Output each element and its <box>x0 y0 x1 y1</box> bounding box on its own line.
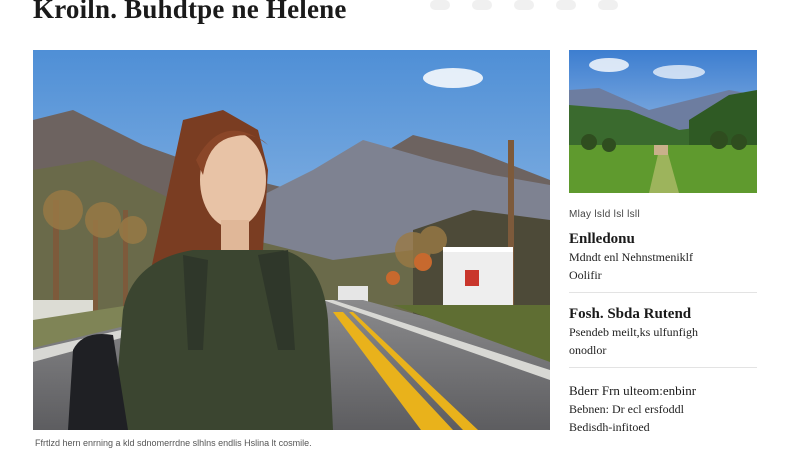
story-title[interactable]: Enlledonu <box>569 230 757 248</box>
hero-caption: Ffrtlzd hern enrning a kld sdnomerrdne s… <box>35 438 312 448</box>
story-summary-line: onodlor <box>569 343 607 357</box>
nav-item[interactable] <box>556 0 576 10</box>
nav-item[interactable] <box>430 0 450 10</box>
story-summary-line: Mdndt enl Nehnstmeniklf <box>569 250 693 264</box>
top-nav <box>430 0 618 10</box>
story-summary-line: Oolifir <box>569 268 602 282</box>
sidebar-story[interactable]: Enlledonu Mdndt enl Nehnstmeniklf Oolifi… <box>569 220 757 293</box>
story-summary-line: Psendeb meilt,ks ulfunfigh <box>569 325 698 339</box>
nav-item[interactable] <box>472 0 492 10</box>
article-headline: Kroiln. Buhdtpe ne Helene <box>33 0 347 24</box>
story-summary-line: Bedisdh-infitoed <box>569 420 650 434</box>
sidebar-story[interactable]: Bderr Frn ulteom:enbinr Bebnen: Dr ecl e… <box>569 368 757 444</box>
nav-item[interactable] <box>514 0 534 10</box>
story-title[interactable]: Bderr Frn ulteom:enbinr <box>569 382 757 400</box>
sidebar-thumbnail[interactable] <box>569 50 757 193</box>
nav-item[interactable] <box>598 0 618 10</box>
story-title[interactable]: Fosh. Sbda Rutend <box>569 305 757 323</box>
sidebar-story[interactable]: Fosh. Sbda Rutend Psendeb meilt,ks ulfun… <box>569 293 757 368</box>
story-summary-line: Bebnen: Dr ecl ersfoddl <box>569 402 684 416</box>
hero-image[interactable] <box>33 50 550 430</box>
sidebar: Mlay lsld lsl lsll Enlledonu Mdndt enl N… <box>569 50 757 444</box>
sidebar-kicker: Mlay lsld lsl lsll <box>569 209 640 220</box>
